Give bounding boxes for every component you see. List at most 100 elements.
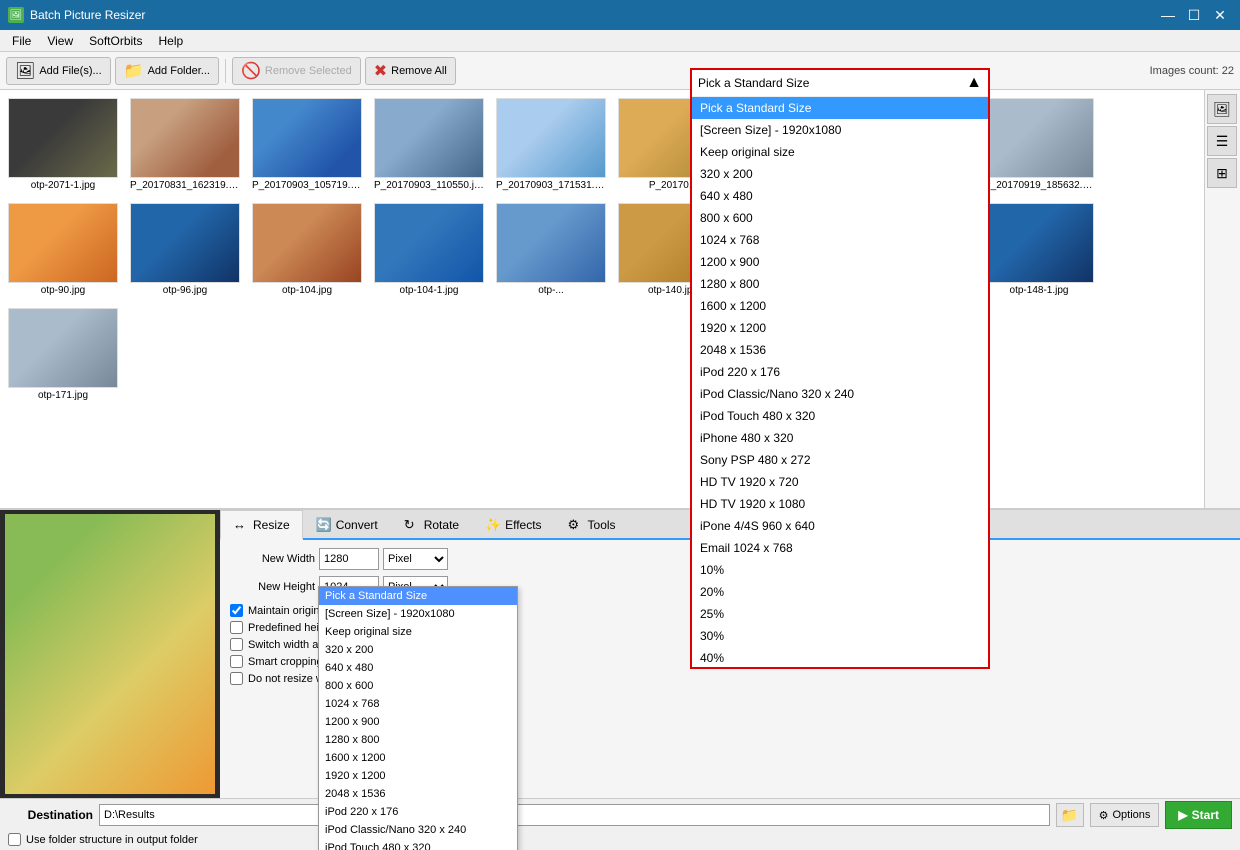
main-dropdown-item[interactable]: iPhone 480 x 320	[692, 427, 988, 449]
std-size-dropdown-item[interactable]: 1280 x 800	[319, 731, 517, 749]
menu-help[interactable]: Help	[151, 32, 192, 50]
thumbnail-label: otp-171.jpg	[8, 390, 118, 401]
main-dropdown-item[interactable]: 1200 x 900	[692, 251, 988, 273]
start-button[interactable]: ▶ Start	[1165, 801, 1232, 829]
thumbnail-label: P_20170903_171531.jpg	[496, 180, 606, 191]
main-dropdown-item[interactable]: 25%	[692, 603, 988, 625]
main-dropdown-item[interactable]: Keep original size	[692, 141, 988, 163]
file-browser[interactable]: otp-2071-1.jpgP_20170831_162319.jpgP_201…	[0, 90, 1204, 508]
main-dropdown-item[interactable]: 20%	[692, 581, 988, 603]
grid-view-button[interactable]: ⊞	[1207, 158, 1237, 188]
thumbnail-item[interactable]: otp-171.jpg	[4, 304, 122, 405]
do-not-resize-checkbox[interactable]	[230, 672, 243, 685]
destination-input[interactable]	[99, 804, 1050, 826]
std-size-dropdown-item[interactable]: 1600 x 1200	[319, 749, 517, 767]
std-size-dropdown-item[interactable]: 800 x 600	[319, 677, 517, 695]
std-size-dropdown-item[interactable]: 1920 x 1200	[319, 767, 517, 785]
main-dropdown-item[interactable]: 2048 x 1536	[692, 339, 988, 361]
new-width-unit-select[interactable]: Pixel Percent	[383, 548, 448, 570]
main-dropdown-item[interactable]: iPod Classic/Nano 320 x 240	[692, 383, 988, 405]
minimize-button[interactable]: —	[1156, 5, 1180, 25]
main-dropdown-item[interactable]: iPod 220 x 176	[692, 361, 988, 383]
thumbnail-item[interactable]: otp-2071-1.jpg	[4, 94, 122, 195]
folder-structure-checkbox[interactable]	[8, 833, 21, 846]
thumbnail-item[interactable]: otp-148-1.jpg	[980, 199, 1098, 300]
main-dropdown-item[interactable]: Sony PSP 480 x 272	[692, 449, 988, 471]
browse-folder-button[interactable]: 📁	[1056, 803, 1084, 827]
std-size-dropdown-item[interactable]: 1200 x 900	[319, 713, 517, 731]
main-dropdown-item[interactable]: 40%	[692, 647, 988, 667]
menu-view[interactable]: View	[39, 32, 81, 50]
switch-width-height-checkbox[interactable]	[230, 638, 243, 651]
std-size-dropdown-item[interactable]: 2048 x 1536	[319, 785, 517, 803]
main-dropdown-item[interactable]: 1600 x 1200	[692, 295, 988, 317]
tab-rotate[interactable]: ↻ Rotate	[391, 510, 472, 538]
add-folder-button[interactable]: 📁 Add Folder...	[115, 57, 219, 85]
thumbnail-item[interactable]: P_20170903_105719.jpg	[248, 94, 366, 195]
menu-file[interactable]: File	[4, 32, 39, 50]
main-dropdown-item[interactable]: 800 x 600	[692, 207, 988, 229]
main-dropdown-item[interactable]: Pick a Standard Size	[692, 97, 988, 119]
thumbnail-item[interactable]: P_20170903_171531.jpg	[492, 94, 610, 195]
thumbnail-image	[984, 98, 1094, 178]
menu-softorbits[interactable]: SoftOrbits	[81, 32, 150, 50]
list-view-button[interactable]: ☰	[1207, 126, 1237, 156]
main-dropdown-scroll-up[interactable]: ▲	[966, 74, 982, 92]
main-dropdown-item[interactable]: iPone 4/4S 960 x 640	[692, 515, 988, 537]
thumbnail-item[interactable]: otp-96.jpg	[126, 199, 244, 300]
remove-all-button[interactable]: ✖ Remove All	[365, 57, 456, 85]
close-button[interactable]: ✕	[1208, 5, 1232, 25]
titlebar: 🖼 Batch Picture Resizer — ☐ ✕	[0, 0, 1240, 30]
main-dropdown-item[interactable]: 1024 x 768	[692, 229, 988, 251]
add-files-icon: 🖼	[15, 61, 35, 81]
main-dropdown-item[interactable]: 640 x 480	[692, 185, 988, 207]
thumbnail-item[interactable]: otp-104-1.jpg	[370, 199, 488, 300]
tab-convert[interactable]: 🔄 Convert	[303, 510, 391, 538]
tab-effects[interactable]: ✨ Effects	[472, 510, 554, 538]
predefined-height-checkbox[interactable]	[230, 621, 243, 634]
thumbnail-view-button[interactable]: 🖼	[1207, 94, 1237, 124]
maintain-aspect-checkbox[interactable]	[230, 604, 243, 617]
main-dropdown-item[interactable]: iPod Touch 480 x 320	[692, 405, 988, 427]
effects-tab-icon: ✨	[485, 517, 501, 533]
thumbnail-item[interactable]: otp-104.jpg	[248, 199, 366, 300]
remove-selected-button[interactable]: 🚫 Remove Selected	[232, 57, 361, 85]
options-button[interactable]: ⚙ Options	[1090, 803, 1160, 827]
maximize-button[interactable]: ☐	[1182, 5, 1206, 25]
add-folder-icon: 📁	[124, 61, 144, 81]
tab-resize[interactable]: ↔ Resize	[220, 510, 303, 540]
main-dropdown-item[interactable]: HD TV 1920 x 720	[692, 471, 988, 493]
std-size-dropdown-item[interactable]: iPod Classic/Nano 320 x 240	[319, 821, 517, 839]
convert-tab-icon: 🔄	[316, 517, 332, 533]
tab-tools[interactable]: ⚙ Tools	[555, 510, 629, 538]
main-dropdown-item[interactable]: 320 x 200	[692, 163, 988, 185]
std-size-dropdown-settings[interactable]: Pick a Standard Size[Screen Size] - 1920…	[318, 586, 518, 850]
main-dropdown-item[interactable]: [Screen Size] - 1920x1080	[692, 119, 988, 141]
std-size-dropdown-item[interactable]: Pick a Standard Size	[319, 587, 517, 605]
thumbnail-image	[130, 203, 240, 283]
new-width-input[interactable]	[319, 548, 379, 570]
main-dropdown-item[interactable]: 1920 x 1200	[692, 317, 988, 339]
std-size-dropdown-item[interactable]: iPod Touch 480 x 320	[319, 839, 517, 850]
std-size-dropdown-item[interactable]: Keep original size	[319, 623, 517, 641]
main-dropdown-item[interactable]: 30%	[692, 625, 988, 647]
std-size-dropdown-item[interactable]: 1024 x 768	[319, 695, 517, 713]
thumbnail-item[interactable]: otp-...	[492, 199, 610, 300]
add-files-button[interactable]: 🖼 Add File(s)...	[6, 57, 111, 85]
thumbnail-item[interactable]: P_20170831_162319.jpg	[126, 94, 244, 195]
std-size-dropdown-item[interactable]: 640 x 480	[319, 659, 517, 677]
main-size-dropdown[interactable]: Pick a Standard Size ▲ Pick a Standard S…	[690, 68, 990, 669]
main-dropdown-list[interactable]: Pick a Standard Size[Screen Size] - 1920…	[692, 97, 988, 667]
main-area: 🖼 Add File(s)... 📁 Add Folder... 🚫 Remov…	[0, 52, 1240, 850]
std-size-dropdown-item[interactable]: iPod 220 x 176	[319, 803, 517, 821]
thumbnail-item[interactable]: otp-90.jpg	[4, 199, 122, 300]
std-size-dropdown-item[interactable]: 320 x 200	[319, 641, 517, 659]
thumbnail-item[interactable]: P_20170919_185632.jpg	[980, 94, 1098, 195]
main-dropdown-item[interactable]: Email 1024 x 768	[692, 537, 988, 559]
smart-crop-checkbox[interactable]	[230, 655, 243, 668]
main-dropdown-item[interactable]: HD TV 1920 x 1080	[692, 493, 988, 515]
main-dropdown-item[interactable]: 1280 x 800	[692, 273, 988, 295]
main-dropdown-item[interactable]: 10%	[692, 559, 988, 581]
thumbnail-item[interactable]: P_20170903_110550.jpg	[370, 94, 488, 195]
std-size-dropdown-item[interactable]: [Screen Size] - 1920x1080	[319, 605, 517, 623]
